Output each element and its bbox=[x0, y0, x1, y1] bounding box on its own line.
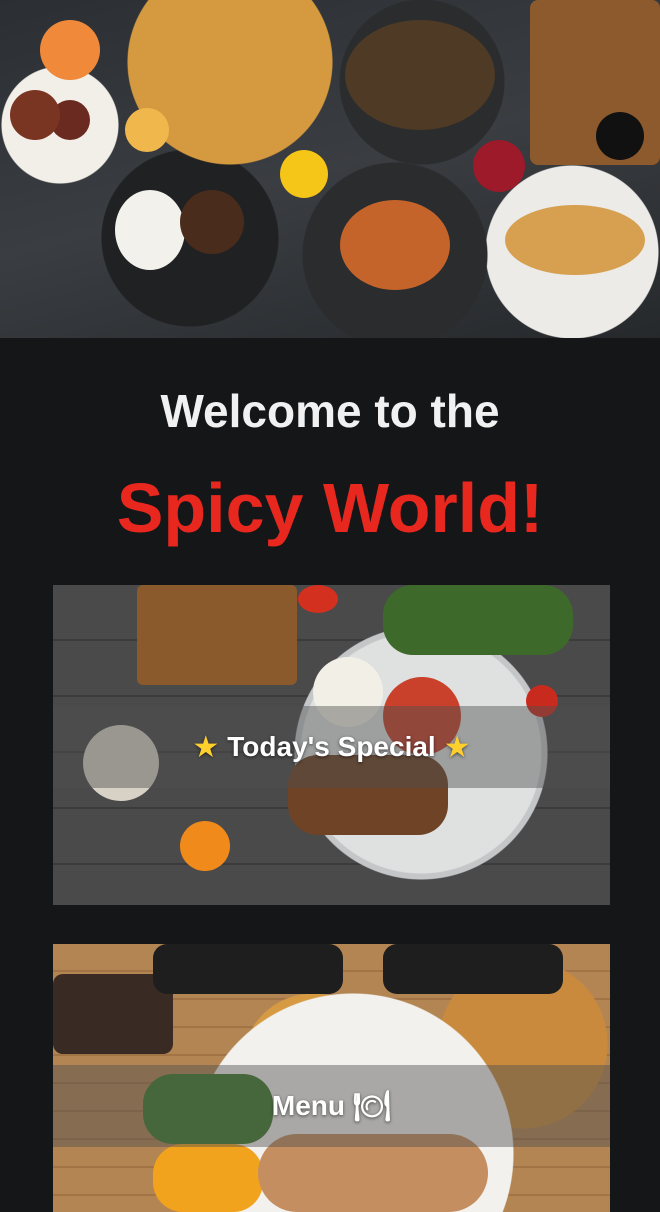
menu-label-group: Menu 🍽 bbox=[272, 1089, 391, 1124]
welcome-heading: Welcome to the bbox=[160, 385, 500, 437]
hero-food-banner-image bbox=[0, 0, 660, 338]
plate-cutlery-icon: 🍽 bbox=[353, 1088, 392, 1124]
todays-special-overlay: ★ Today's Special ★ bbox=[53, 706, 610, 788]
todays-special-label-group: ★ Today's Special ★ bbox=[192, 730, 470, 765]
star-icon: ★ bbox=[192, 729, 220, 765]
todays-special-card[interactable]: ★ Today's Special ★ bbox=[53, 585, 610, 905]
menu-overlay: Menu 🍽 bbox=[53, 1065, 610, 1147]
menu-card[interactable]: Menu 🍽 bbox=[53, 944, 610, 1212]
brand-title: Spicy World! bbox=[116, 469, 544, 547]
star-icon: ★ bbox=[443, 729, 471, 765]
todays-special-label: Today's Special bbox=[227, 731, 436, 762]
menu-label: Menu bbox=[271, 1090, 345, 1121]
